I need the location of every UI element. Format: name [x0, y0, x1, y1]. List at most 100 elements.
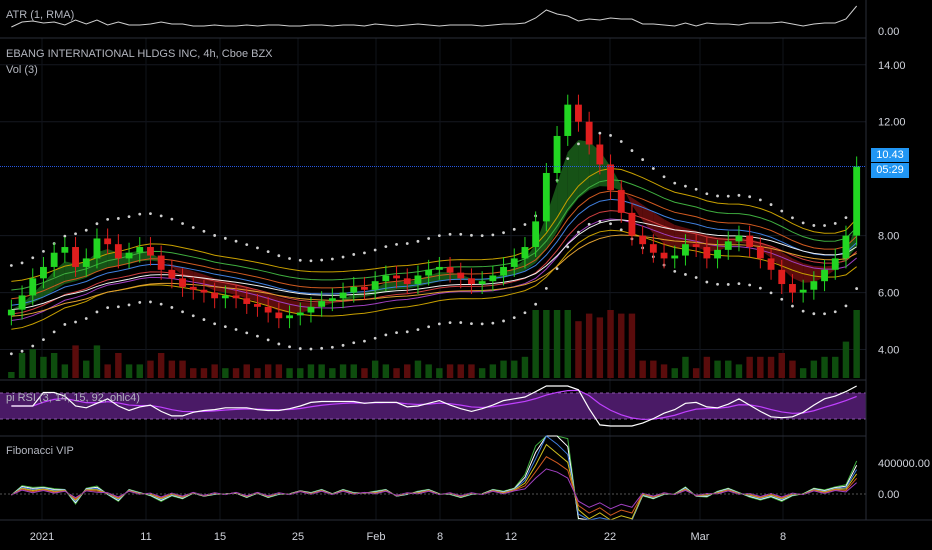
volume-bar — [810, 360, 818, 378]
time-axis[interactable]: 2021 11 15 25 Feb 8 12 22 Mar 8 — [30, 531, 786, 543]
volume-bar — [297, 368, 304, 378]
volume-bar — [93, 345, 101, 378]
envelope-dot — [844, 304, 848, 308]
atr-label: ATR (1, RMA) — [6, 9, 74, 21]
envelope-dot — [480, 322, 484, 326]
candle — [61, 237, 69, 263]
volume-bar — [671, 368, 678, 378]
envelope-dot — [427, 325, 431, 329]
envelope-dot — [791, 304, 794, 308]
envelope-dot — [266, 250, 270, 254]
envelope-dot — [812, 312, 816, 316]
envelope-dot — [9, 264, 13, 267]
volume-bar — [404, 364, 411, 378]
volume-bar — [575, 321, 582, 378]
volume-bar — [725, 360, 732, 378]
volume-bar — [393, 368, 400, 378]
envelope-dot — [812, 224, 816, 227]
envelope-dot — [758, 286, 762, 290]
envelope-dot — [138, 212, 142, 216]
envelope-dot — [619, 228, 623, 232]
envelope-dot — [684, 184, 687, 188]
volume-bar — [200, 368, 208, 378]
time-tick-label: Mar — [691, 531, 710, 543]
candle — [575, 94, 582, 132]
fib-axis-zero: 0.00 — [878, 489, 899, 501]
envelope-dot — [416, 239, 420, 243]
envelope-dot — [159, 302, 163, 306]
volume-bar — [767, 356, 775, 378]
volume-bar — [115, 353, 122, 378]
volume-bar — [339, 364, 347, 378]
ribbon-line — [11, 167, 858, 282]
volume-bar — [136, 364, 143, 378]
envelope-dot — [31, 256, 35, 260]
envelope-dot — [149, 300, 152, 304]
envelope-dot — [116, 217, 120, 220]
volume-bar — [853, 310, 860, 378]
envelope-dot — [491, 321, 495, 325]
fib-line — [11, 443, 858, 521]
envelope-dot — [309, 347, 313, 351]
price-tick-label: 8.00 — [878, 231, 899, 243]
time-tick-label: 2021 — [30, 531, 54, 543]
candle — [7, 299, 15, 326]
volume-bar — [125, 364, 133, 378]
price-tick-label: 14.00 — [878, 60, 906, 72]
volume-bar — [275, 364, 283, 378]
candle — [746, 225, 754, 257]
envelope-dot — [309, 259, 313, 263]
volume-bar — [703, 356, 711, 378]
cloud-segment — [664, 219, 675, 249]
volume-bar — [757, 356, 764, 378]
candle — [607, 154, 614, 201]
envelope-dot — [844, 216, 848, 220]
envelope-dot — [384, 333, 388, 337]
price-tick-label: 12.00 — [878, 117, 906, 129]
envelope-dot — [705, 192, 709, 196]
envelope-dot — [181, 310, 184, 314]
volume-bar — [735, 364, 743, 378]
envelope-dot — [470, 322, 473, 325]
volume-bar — [243, 364, 250, 378]
envelope-dot — [266, 338, 270, 342]
volume-bar — [746, 356, 753, 378]
cloud-segment — [567, 139, 579, 213]
envelope-dot — [512, 316, 516, 319]
time-tick-label: Feb — [367, 531, 386, 543]
volume-bar — [29, 349, 36, 378]
envelope-dot — [170, 306, 174, 309]
envelope-dot — [405, 242, 409, 245]
envelope-dot — [598, 219, 602, 223]
time-tick-label: 12 — [505, 531, 517, 543]
volume-bar — [350, 364, 357, 378]
envelope-dot — [170, 217, 174, 221]
envelope-dot — [74, 320, 77, 324]
envelope-dot — [716, 194, 719, 198]
ribbon-line — [11, 219, 857, 311]
envelope-dot — [181, 222, 184, 225]
envelope-dot — [42, 249, 45, 253]
candle — [542, 163, 550, 232]
fib-line — [11, 456, 858, 516]
volume-bars — [8, 310, 860, 378]
price-axis[interactable]: 14.00 12.00 8.00 6.00 4.00 — [878, 60, 906, 357]
volume-bar — [478, 368, 486, 378]
trading-chart[interactable]: ATR (1, RMA) 0.00 EBANG INTERNATIONAL HL… — [0, 0, 932, 550]
volume-bar — [628, 313, 636, 378]
envelope-dot — [395, 331, 398, 335]
envelope-dot — [320, 258, 324, 262]
envelope-dot — [84, 317, 88, 320]
envelope-dot — [748, 195, 752, 199]
envelope-dot — [609, 134, 612, 137]
volume-bar — [639, 360, 646, 378]
envelope-dot — [448, 232, 452, 236]
envelope-dot — [448, 321, 452, 325]
envelope-dot — [459, 321, 463, 324]
volume-bar — [307, 364, 315, 378]
envelope-dot — [769, 291, 773, 295]
envelope-dot — [523, 311, 527, 315]
symbol-title: EBANG INTERNATIONAL HLDGS INC, 4h, Cboe … — [6, 48, 273, 60]
volume-bar — [714, 360, 721, 378]
envelope-dot — [566, 157, 570, 161]
